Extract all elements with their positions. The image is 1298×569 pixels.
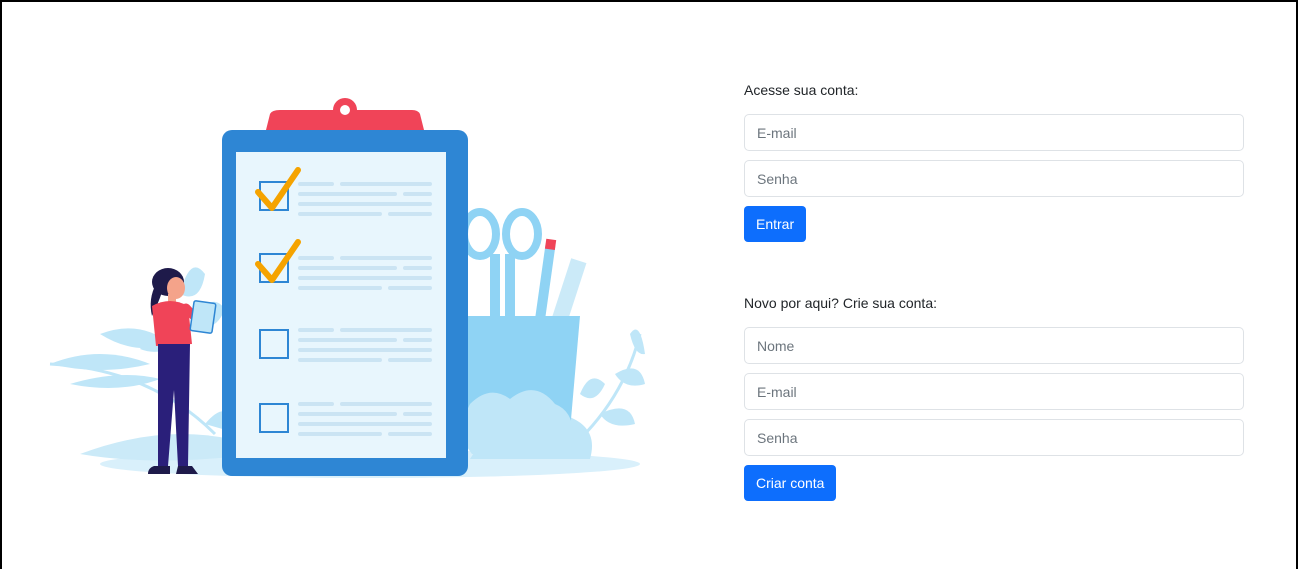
signup-email-input[interactable] [744, 373, 1244, 410]
signup-submit-button[interactable]: Criar conta [744, 465, 837, 501]
login-email-input[interactable] [744, 114, 1244, 151]
signup-password-input[interactable] [744, 419, 1244, 456]
page-frame: Acesse sua conta: Entrar Novo por aqui? … [0, 0, 1298, 569]
checklist-clipboard-illustration [49, 98, 645, 478]
signup-name-input[interactable] [744, 327, 1244, 364]
signup-title: Novo por aqui? Crie sua conta: [744, 295, 937, 311]
login-password-input[interactable] [744, 160, 1244, 197]
login-title: Acesse sua conta: [744, 82, 859, 98]
login-submit-button[interactable]: Entrar [744, 206, 807, 242]
